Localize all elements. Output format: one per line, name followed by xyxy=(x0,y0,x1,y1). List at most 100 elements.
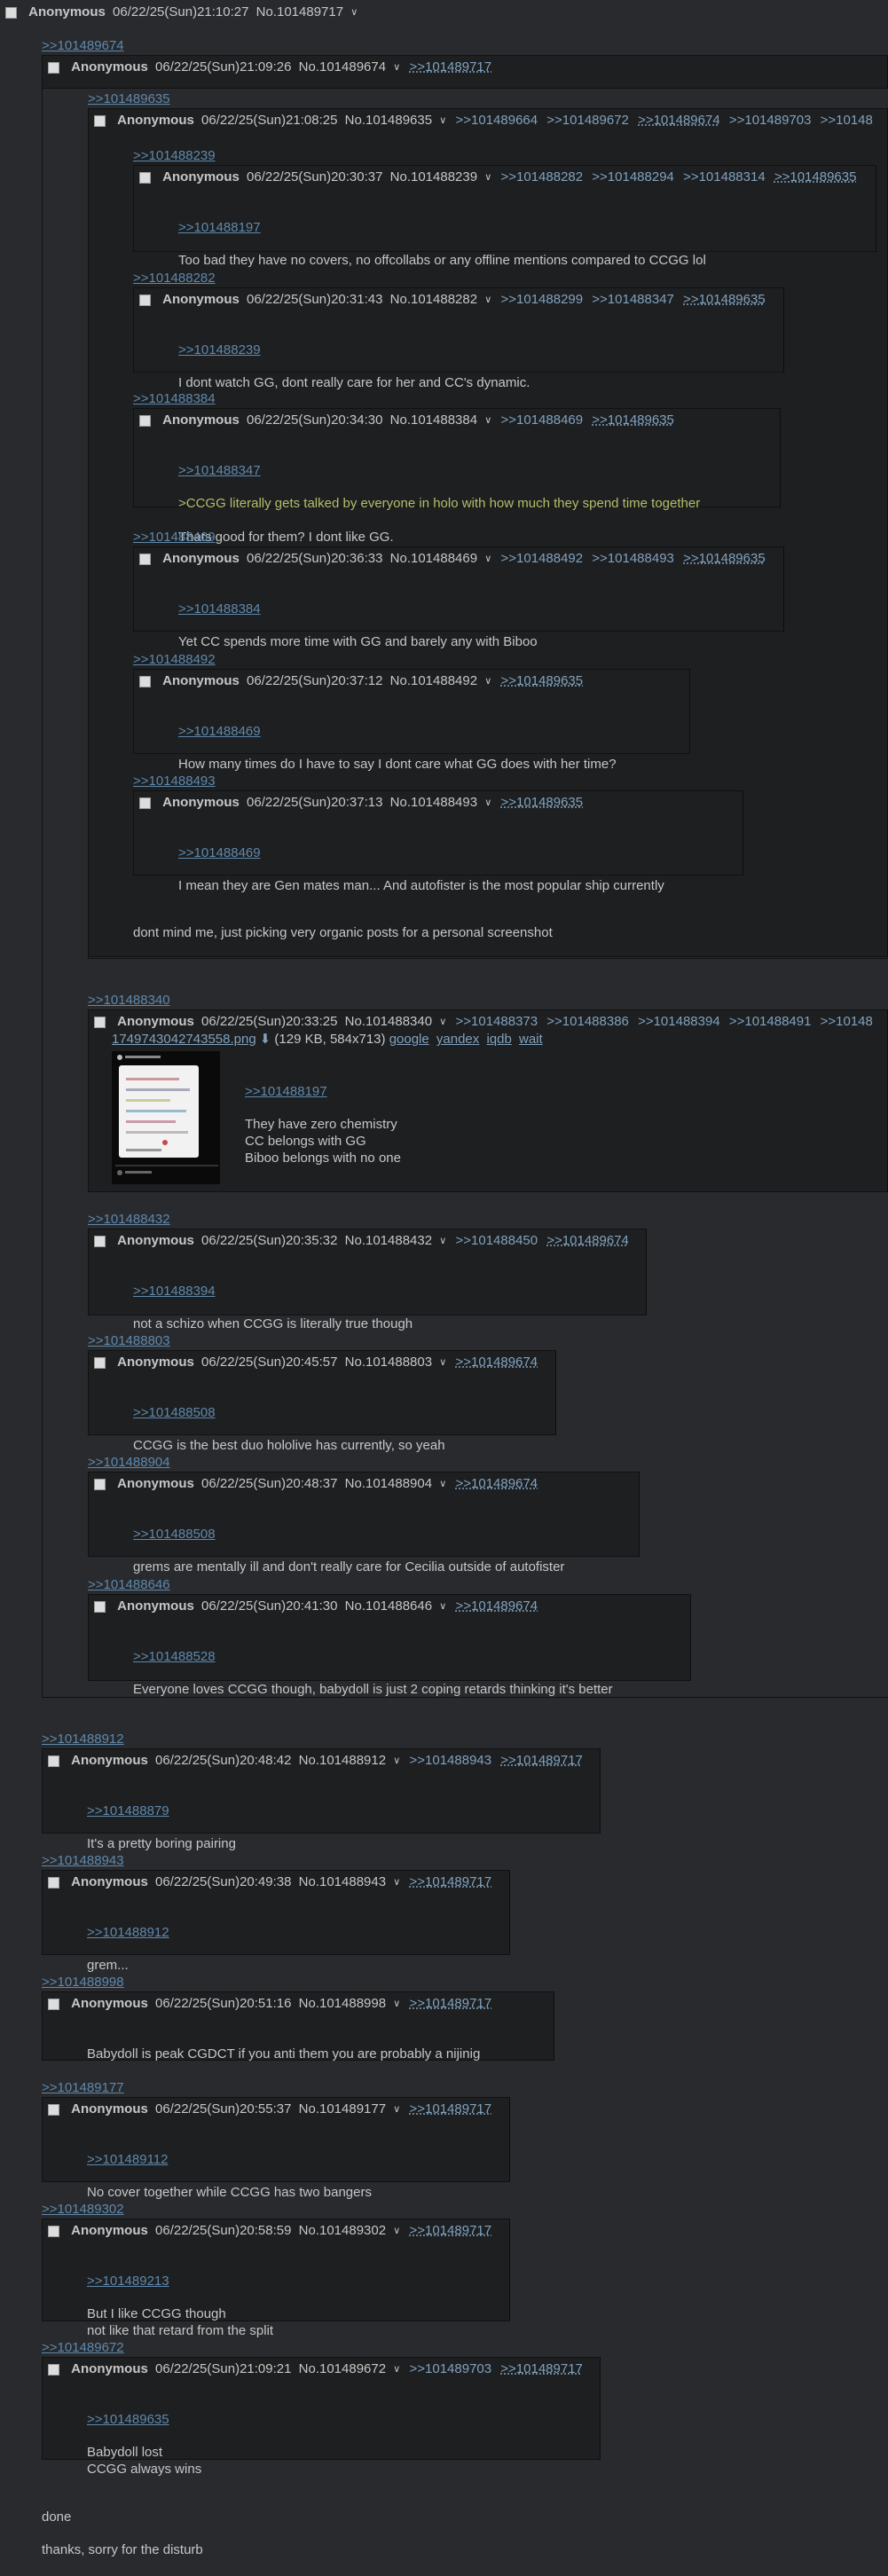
chevron-down-icon[interactable]: ∨ xyxy=(393,2364,400,2376)
chevron-down-icon[interactable]: ∨ xyxy=(439,1601,446,1614)
quote-link[interactable]: >>101489112 xyxy=(87,2152,372,2169)
quote-header[interactable]: >>101488469 xyxy=(133,530,216,546)
quote-header[interactable]: >>101489177 xyxy=(42,2080,124,2097)
file-name-link[interactable]: 1749743042743558.png xyxy=(112,1032,256,1047)
backlink[interactable]: >>101489717 xyxy=(410,1874,492,1891)
checkbox-icon[interactable] xyxy=(48,61,59,74)
post-number[interactable]: No.101488340 xyxy=(345,1014,432,1031)
checkbox-icon[interactable] xyxy=(94,1235,106,1247)
post-number[interactable]: No.101489177 xyxy=(299,2101,386,2118)
chevron-down-icon[interactable]: ∨ xyxy=(484,172,491,185)
chevron-down-icon[interactable]: ∨ xyxy=(393,1877,400,1889)
backlink[interactable]: >>10148 xyxy=(821,1014,873,1031)
post-number[interactable]: No.101488239 xyxy=(390,169,477,186)
quote-link[interactable]: >>101488469 xyxy=(178,845,664,862)
chevron-down-icon[interactable]: ∨ xyxy=(393,62,400,75)
post-number[interactable]: No.101488646 xyxy=(345,1598,432,1615)
post-number[interactable]: No.101488912 xyxy=(299,1753,386,1770)
quote-header[interactable]: >>101489674 xyxy=(42,38,124,55)
quote-link[interactable]: >>101488508 xyxy=(133,1527,564,1543)
quote-link[interactable]: >>101488508 xyxy=(133,1405,445,1422)
backlink[interactable]: >>101488943 xyxy=(410,1753,492,1770)
chevron-down-icon[interactable]: ∨ xyxy=(484,797,491,810)
quote-header[interactable]: >>101488646 xyxy=(88,1577,170,1594)
post-thumbnail[interactable] xyxy=(112,1051,220,1184)
backlink[interactable]: >>101489635 xyxy=(683,551,766,568)
post-number[interactable]: No.101488904 xyxy=(345,1476,432,1493)
checkbox-icon[interactable] xyxy=(48,2363,59,2376)
quote-link[interactable]: >>101488197 xyxy=(178,220,706,237)
chevron-down-icon[interactable]: ∨ xyxy=(439,1236,446,1248)
backlink[interactable]: >>101489717 xyxy=(500,2361,583,2378)
post-number[interactable]: No.101488469 xyxy=(390,551,477,568)
backlink[interactable]: >>101489672 xyxy=(546,113,629,130)
quote-link[interactable]: >>101488347 xyxy=(178,463,700,480)
checkbox-icon[interactable] xyxy=(139,414,151,427)
quote-header[interactable]: >>101488282 xyxy=(133,271,216,287)
chevron-down-icon[interactable]: ∨ xyxy=(484,554,491,566)
backlink[interactable]: >>101488314 xyxy=(683,169,766,186)
quote-header[interactable]: >>101488904 xyxy=(88,1455,170,1472)
chevron-down-icon[interactable]: ∨ xyxy=(484,295,491,307)
backlink[interactable]: >>101488492 xyxy=(501,551,584,568)
checkbox-icon[interactable] xyxy=(48,1876,59,1889)
checkbox-icon[interactable] xyxy=(139,294,151,306)
checkbox-icon[interactable] xyxy=(94,114,106,127)
backlink[interactable]: >>101489703 xyxy=(729,113,812,130)
post-number[interactable]: No.101488282 xyxy=(390,292,477,309)
post-number[interactable]: No.101488492 xyxy=(390,673,477,690)
backlink[interactable]: >>101488491 xyxy=(729,1014,812,1031)
chevron-down-icon[interactable]: ∨ xyxy=(439,1479,446,1491)
post-number[interactable]: No.101489302 xyxy=(299,2223,386,2240)
backlink[interactable]: >>101488450 xyxy=(456,1233,538,1250)
checkbox-icon[interactable] xyxy=(94,1600,106,1613)
backlink[interactable]: >>101489635 xyxy=(683,292,766,309)
chevron-down-icon[interactable]: ∨ xyxy=(439,1017,446,1029)
quote-header[interactable]: >>101488340 xyxy=(88,993,170,1009)
quote-header[interactable]: >>101489302 xyxy=(42,2202,124,2219)
search-link-wait[interactable]: wait xyxy=(519,1032,543,1047)
quote-link[interactable]: >>101488384 xyxy=(178,601,538,618)
post-number[interactable]: No.101488493 xyxy=(390,795,477,812)
chevron-down-icon[interactable]: ∨ xyxy=(439,115,446,128)
backlink[interactable]: >>101489674 xyxy=(456,1355,538,1371)
post-number[interactable]: No.101488998 xyxy=(299,1996,386,2013)
backlink[interactable]: >>101489703 xyxy=(410,2361,492,2378)
checkbox-icon[interactable] xyxy=(5,6,17,19)
backlink[interactable]: >>101489674 xyxy=(456,1598,538,1615)
chevron-down-icon[interactable]: ∨ xyxy=(393,1999,400,2011)
post-number[interactable]: No.101489674 xyxy=(299,59,386,76)
quote-link[interactable]: >>101488912 xyxy=(87,1925,169,1942)
backlink[interactable]: >>101489717 xyxy=(500,1753,583,1770)
backlink[interactable]: >>101488469 xyxy=(501,412,584,429)
checkbox-icon[interactable] xyxy=(48,1755,59,1767)
quote-link[interactable]: >>101488394 xyxy=(133,1284,413,1300)
backlink[interactable]: >>101489635 xyxy=(592,412,674,429)
checkbox-icon[interactable] xyxy=(94,1356,106,1369)
checkbox-icon[interactable] xyxy=(48,2225,59,2237)
quote-link[interactable]: >>101488239 xyxy=(178,342,530,359)
checkbox-icon[interactable] xyxy=(139,171,151,184)
search-link-google[interactable]: google xyxy=(389,1032,429,1047)
chevron-down-icon[interactable]: ∨ xyxy=(439,1357,446,1370)
quote-header[interactable]: >>101488943 xyxy=(42,1853,124,1870)
search-link-iqdb[interactable]: iqdb xyxy=(486,1032,511,1047)
chevron-down-icon[interactable]: ∨ xyxy=(393,2226,400,2238)
quote-header[interactable]: >>101489635 xyxy=(88,91,170,108)
checkbox-icon[interactable] xyxy=(139,675,151,687)
checkbox-icon[interactable] xyxy=(94,1016,106,1028)
backlink[interactable]: >>101489635 xyxy=(501,795,584,812)
backlink[interactable]: >>101488394 xyxy=(638,1014,720,1031)
quote-link[interactable]: >>101488197 xyxy=(245,1084,401,1101)
post-number[interactable]: No.101488432 xyxy=(345,1233,432,1250)
chevron-down-icon[interactable]: ∨ xyxy=(393,2104,400,2117)
backlink[interactable]: >>101489717 xyxy=(410,2223,492,2240)
backlink[interactable]: >>101488493 xyxy=(592,551,674,568)
backlink[interactable]: >>101488282 xyxy=(501,169,584,186)
backlink[interactable]: >>101488373 xyxy=(456,1014,538,1031)
backlink[interactable]: >>101489717 xyxy=(410,59,492,76)
chevron-down-icon[interactable]: ∨ xyxy=(484,415,491,428)
checkbox-icon[interactable] xyxy=(139,797,151,809)
backlink[interactable]: >>101489635 xyxy=(774,169,857,186)
checkbox-icon[interactable] xyxy=(48,1998,59,2010)
